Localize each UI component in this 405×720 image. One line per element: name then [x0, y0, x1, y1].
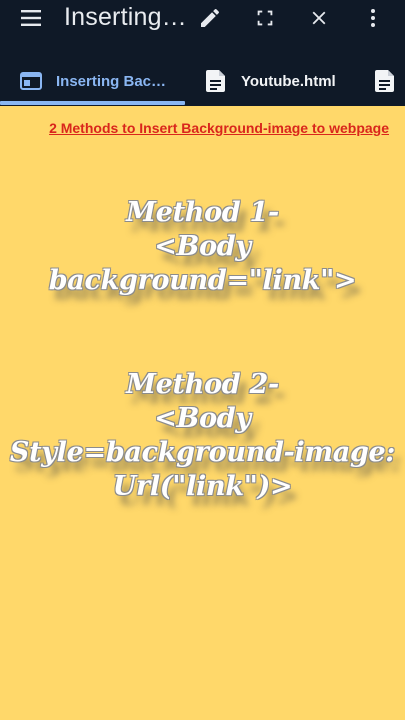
tab-inserting-background[interactable]: Inserting Bac…: [20, 56, 166, 106]
tab-bar: Inserting Bac… Youtube.html: [0, 56, 405, 107]
web-page-content: 2 Methods to Insert Background-image to …: [0, 106, 405, 720]
web-page-icon: [20, 70, 42, 92]
menu-icon: [21, 10, 41, 26]
edit-button[interactable]: [192, 0, 228, 36]
more-vert-icon: [371, 9, 375, 27]
close-button[interactable]: [301, 0, 337, 36]
active-tab-indicator: [0, 101, 185, 105]
method-1-text: Method 1- <Body background="link">: [0, 196, 405, 298]
close-icon: [312, 11, 326, 25]
more-options-button[interactable]: [355, 0, 391, 36]
method-2-code-line-2: Style=background-image:: [9, 437, 396, 468]
page-title: Inserting…: [64, 3, 187, 31]
fullscreen-button[interactable]: [247, 0, 283, 36]
document-icon: [205, 70, 227, 92]
fullscreen-icon: [257, 10, 273, 26]
method-2-heading: Method 2-: [126, 369, 279, 400]
menu-button[interactable]: [13, 0, 49, 36]
tab-youtube-html[interactable]: Youtube.html: [205, 56, 336, 106]
method-1-heading: Method 1-: [126, 197, 279, 228]
app-bar: Inserting…: [0, 0, 405, 56]
heading-link[interactable]: 2 Methods to Insert Background-image to …: [49, 120, 389, 136]
method-1-code: <Body background="link">: [48, 231, 357, 296]
tab-document[interactable]: [374, 56, 396, 106]
method-2-code-line-1: <Body: [154, 403, 251, 434]
pencil-icon: [201, 8, 220, 28]
method-2-text: Method 2- <Body Style=background-image: …: [0, 368, 405, 504]
tab-label: Youtube.html: [241, 72, 336, 90]
tab-label: Inserting Bac…: [56, 72, 167, 90]
method-2-code-line-3: Url("link")>: [112, 471, 293, 502]
document-icon: [374, 70, 396, 92]
